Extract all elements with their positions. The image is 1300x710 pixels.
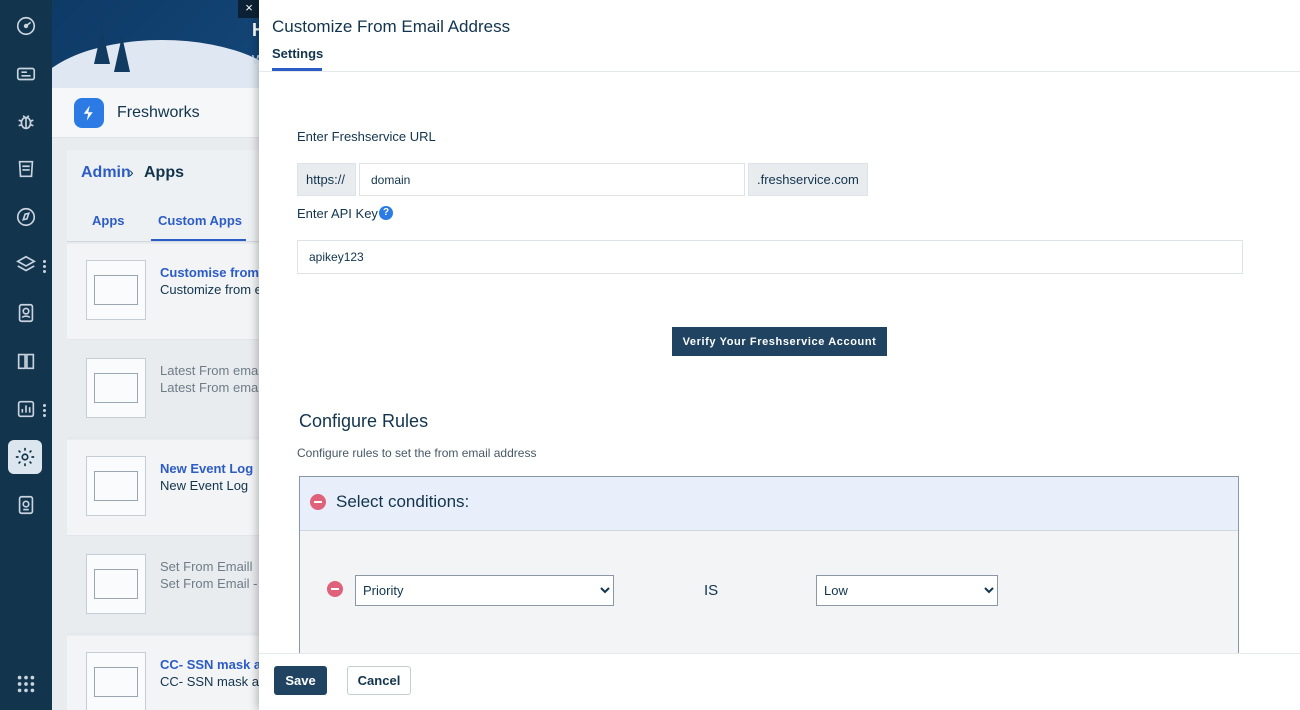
app-title[interactable]: CC- SSN mask ap [160,657,269,672]
app-title[interactable]: Customise from [160,265,259,280]
banner-close-button[interactable]: × [238,0,260,18]
condition-operator: IS [704,582,719,599]
save-button[interactable]: Save [274,666,327,695]
inventory-icon[interactable] [12,155,40,183]
tab-custom-apps[interactable]: Custom Apps [158,213,242,228]
app-thumbnail [86,554,146,614]
reports-icon[interactable] [12,491,40,519]
bug-icon[interactable] [12,108,40,136]
url-label: Enter Freshservice URL [297,129,436,144]
url-suffix: .freshservice.com [748,163,868,196]
apps-grid-icon[interactable] [12,670,40,698]
dashboard-icon[interactable] [12,12,40,40]
freshworks-logo-icon [74,98,104,128]
remove-condition-group-icon[interactable] [310,494,326,510]
conditions-header: Select conditions: [300,477,1238,531]
book-icon[interactable] [12,347,40,375]
app-title[interactable]: Latest From ema [160,363,258,378]
app-thumbnail [86,456,146,516]
panel-title: Customize From Email Address [272,17,511,36]
domain-input[interactable] [359,163,745,196]
condition-field-select[interactable]: Priority [355,575,614,606]
layers-icon[interactable] [12,251,40,279]
app-subtitle: Customize from e [160,282,262,297]
tab-apps[interactable]: Apps [92,213,125,228]
brand-name: Freshworks [117,104,200,121]
breadcrumb-current: Apps [144,164,184,181]
tree-illustration [94,28,110,64]
app-subtitle: Set From Email - [160,576,258,591]
api-key-input[interactable] [297,240,1243,274]
app-subtitle: Latest From ema [160,380,259,395]
tickets-icon[interactable] [12,60,40,88]
remove-condition-icon[interactable] [327,581,343,597]
api-key-label: Enter API Key [297,206,378,221]
configure-rules-title: Configure Rules [299,411,429,431]
configure-rules-description: Configure rules to set the from email ad… [297,446,537,460]
active-tab-indicator [151,239,246,241]
tree-illustration [114,36,130,72]
customize-email-panel: Customize From Email Address Settings En… [259,0,1300,710]
app-title[interactable]: New Event Log [160,461,253,476]
left-nav-rail [0,0,52,710]
conditions-title: Select conditions: [336,492,470,511]
help-icon[interactable]: ? [379,206,393,220]
chevron-right-icon: › [129,164,134,180]
url-prefix: https:// [297,163,356,196]
verify-account-button[interactable]: Verify Your Freshservice Account [672,327,887,356]
app-thumbnail [86,358,146,418]
active-tab-indicator [272,68,322,71]
app-title[interactable]: Set From Emaill [160,559,252,574]
analytics-icon[interactable] [12,395,40,423]
app-subtitle: CC- SSN mask ap [160,674,267,689]
tab-settings[interactable]: Settings [272,46,323,61]
breadcrumb-admin-link[interactable]: Admin [81,164,131,182]
app-thumbnail [86,260,146,320]
explore-icon[interactable] [12,203,40,231]
app-thumbnail [86,652,146,710]
analytics-menu-dots[interactable] [43,402,47,419]
panel-footer: Save Cancel [259,653,1300,710]
contacts-icon[interactable] [12,299,40,327]
app-subtitle: New Event Log [160,478,249,493]
cancel-button[interactable]: Cancel [347,666,411,695]
settings-icon[interactable] [8,440,42,474]
condition-value-select[interactable]: Low [816,575,998,606]
panel-header: Customize From Email Address Settings [259,0,1300,72]
layers-menu-dots[interactable] [43,258,47,275]
